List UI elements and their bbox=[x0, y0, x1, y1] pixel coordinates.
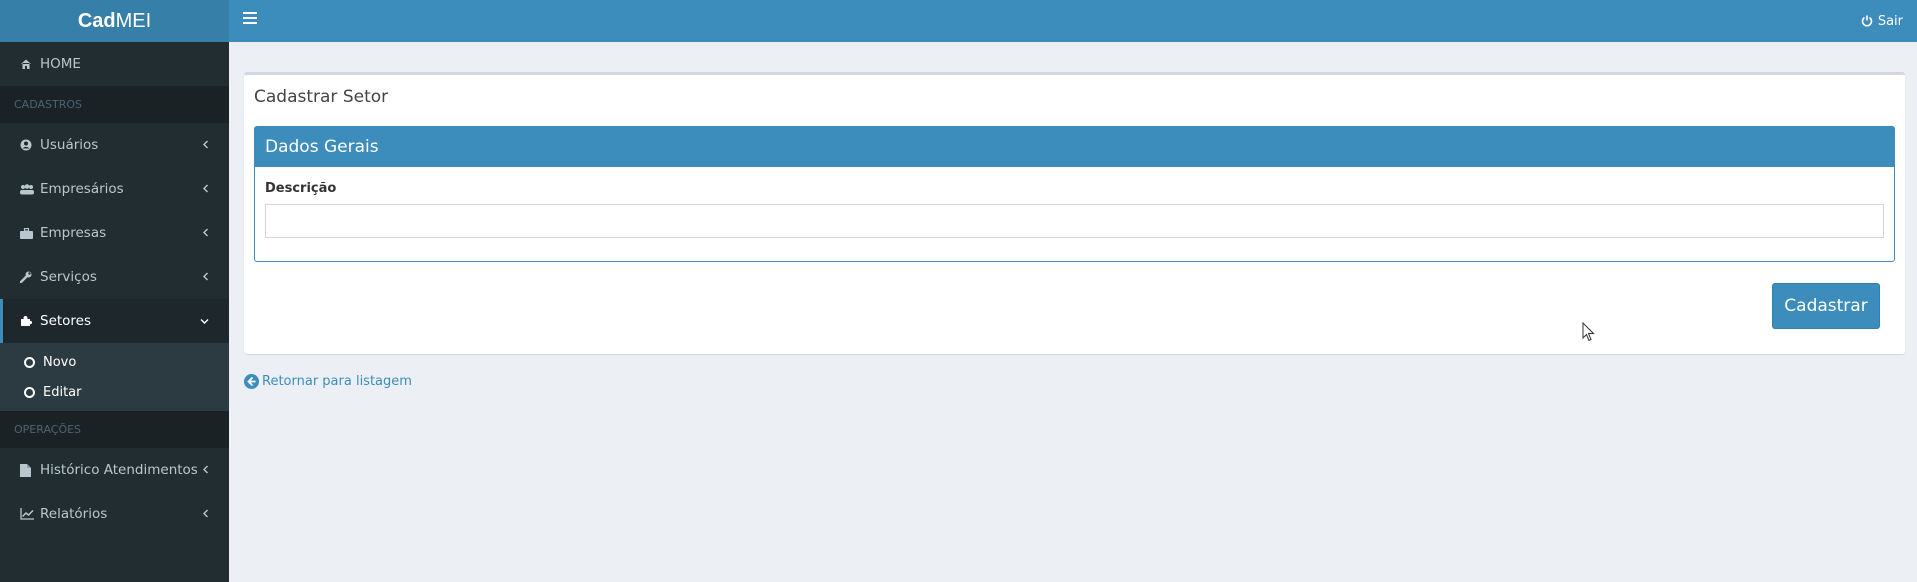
sidebar-item-relatorios[interactable]: Relatórios bbox=[0, 492, 229, 536]
wrench-icon bbox=[20, 271, 36, 283]
page-title: Cadastrar Setor bbox=[254, 87, 389, 107]
form-box: Cadastrar Setor Dados Gerais Descrição C… bbox=[244, 72, 1905, 354]
descricao-label: Descrição bbox=[265, 181, 337, 196]
sidebar-item-label: Setores bbox=[40, 313, 92, 329]
logo-light: MEI bbox=[115, 9, 152, 32]
back-to-list-link[interactable]: Retornar para listagem bbox=[244, 374, 412, 389]
descricao-input[interactable] bbox=[265, 204, 1884, 238]
submenu-item-editar[interactable]: Editar bbox=[0, 377, 229, 407]
sidebar-item-label: Serviços bbox=[40, 269, 97, 285]
sidebar-item-label: Histórico Atendimentos bbox=[40, 462, 198, 478]
power-icon bbox=[1861, 15, 1873, 27]
logout-button[interactable]: Sair bbox=[1861, 0, 1903, 42]
puzzle-icon bbox=[20, 315, 36, 327]
panel-title: Dados Gerais bbox=[255, 127, 1894, 167]
chevron-left-icon bbox=[202, 462, 209, 478]
sidebar-item-servicos[interactable]: Serviços bbox=[0, 255, 229, 299]
line-chart-icon bbox=[20, 508, 36, 520]
mouse-cursor-icon bbox=[1582, 322, 1595, 342]
circle-icon bbox=[24, 356, 35, 368]
sidebar-item-empresas[interactable]: Empresas bbox=[0, 211, 229, 255]
chevron-left-icon bbox=[202, 225, 209, 241]
file-icon bbox=[20, 463, 36, 477]
logo-bold: Cad bbox=[77, 9, 116, 32]
briefcase-icon bbox=[20, 227, 36, 239]
sidebar-item-setores[interactable]: Setores bbox=[0, 299, 229, 343]
logout-label: Sair bbox=[1877, 13, 1903, 29]
home-icon bbox=[20, 58, 36, 70]
user-circle-icon bbox=[20, 139, 36, 151]
dados-gerais-panel: Dados Gerais Descrição bbox=[254, 126, 1895, 262]
circle-icon bbox=[24, 386, 35, 398]
sidebar-item-historico[interactable]: Histórico Atendimentos bbox=[0, 448, 229, 492]
chevron-down-icon bbox=[200, 313, 209, 329]
sidebar: HOME CADASTROS Usuários Empresários Empr… bbox=[0, 42, 229, 582]
chevron-left-icon bbox=[202, 269, 209, 285]
sidebar-item-label: Empresários bbox=[40, 181, 124, 197]
section-header-cadastros: CADASTROS bbox=[0, 86, 229, 123]
submenu-item-label: Novo bbox=[43, 354, 77, 370]
sidebar-item-label: Relatórios bbox=[40, 506, 108, 522]
hamburger-icon[interactable] bbox=[243, 12, 257, 24]
chevron-left-icon bbox=[202, 137, 209, 153]
sidebar-item-label: HOME bbox=[40, 56, 81, 72]
submenu-item-novo[interactable]: Novo bbox=[0, 347, 229, 377]
users-icon bbox=[20, 183, 36, 195]
sidebar-item-empresarios[interactable]: Empresários bbox=[0, 167, 229, 211]
setores-submenu: Novo Editar bbox=[0, 343, 229, 411]
cadastrar-button[interactable]: Cadastrar bbox=[1772, 283, 1880, 329]
sidebar-item-usuarios[interactable]: Usuários bbox=[0, 123, 229, 167]
app-logo[interactable]: Cad MEI bbox=[0, 0, 229, 42]
chevron-left-icon bbox=[202, 181, 209, 197]
chevron-left-icon bbox=[202, 506, 209, 522]
sidebar-item-label: Empresas bbox=[40, 225, 107, 241]
arrow-circle-left-icon bbox=[244, 374, 259, 389]
sidebar-item-home[interactable]: HOME bbox=[0, 42, 229, 86]
sidebar-item-label: Usuários bbox=[40, 137, 99, 153]
top-navbar: Sair bbox=[229, 0, 1917, 42]
submenu-item-label: Editar bbox=[43, 384, 82, 400]
back-link-label: Retornar para listagem bbox=[262, 374, 412, 389]
section-header-operacoes: OPERAÇÕES bbox=[0, 411, 229, 448]
